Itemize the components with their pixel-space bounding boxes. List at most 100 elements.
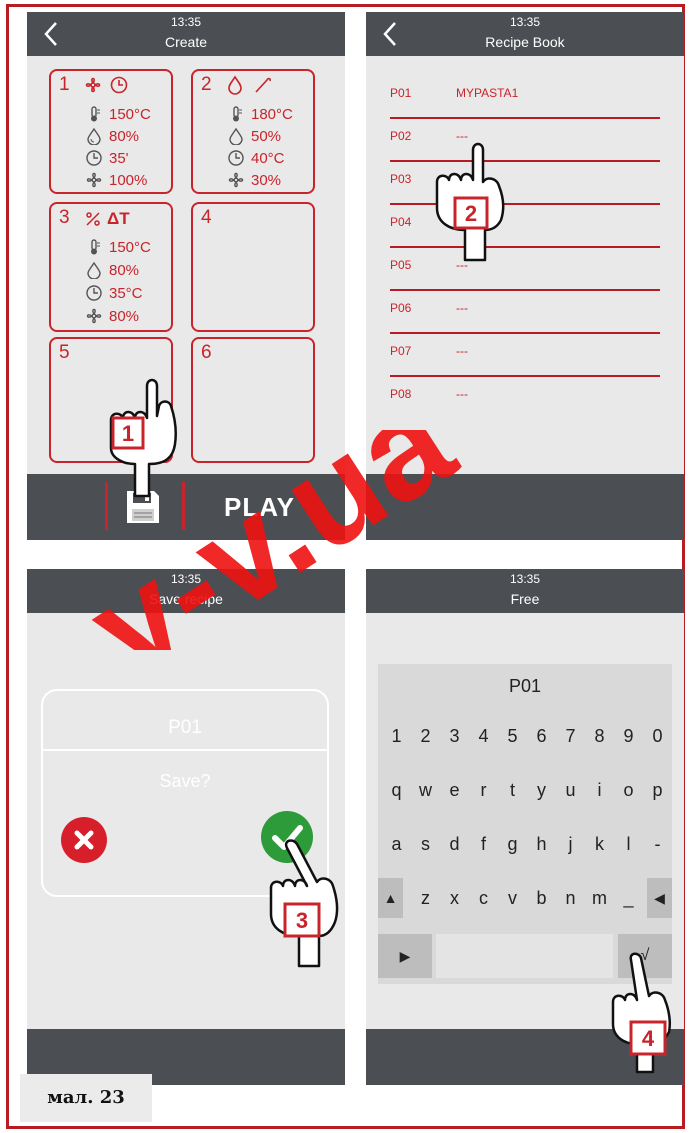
key[interactable]: 0 bbox=[643, 716, 672, 756]
screen-title: Save recipe bbox=[149, 591, 223, 607]
program-slot-4[interactable]: 4 bbox=[191, 202, 315, 332]
key[interactable]: u bbox=[556, 770, 585, 810]
recipe-code: P02 bbox=[390, 129, 412, 143]
temperature-value: 150°C bbox=[109, 105, 151, 123]
key[interactable]: f bbox=[469, 824, 498, 864]
step-badge: 1 bbox=[122, 421, 134, 446]
slot-number: 3 bbox=[59, 207, 70, 228]
program-slot-6[interactable]: 6 bbox=[191, 337, 315, 463]
combi-steam-icon bbox=[86, 212, 100, 226]
key[interactable]: 9 bbox=[614, 716, 643, 756]
clock-icon bbox=[86, 150, 102, 166]
cancel-button[interactable] bbox=[61, 817, 107, 863]
play-button[interactable]: PLAY bbox=[224, 492, 295, 523]
clock: 13:35 bbox=[170, 572, 202, 586]
key[interactable]: r bbox=[469, 770, 498, 810]
name-input[interactable]: P01 bbox=[378, 664, 672, 708]
slot-mode-icons bbox=[83, 75, 129, 97]
recipe-row[interactable]: P01 MYPASTA1 bbox=[390, 76, 660, 119]
key[interactable]: 3 bbox=[440, 716, 469, 756]
humidity-value: 50% bbox=[251, 127, 282, 145]
slot-number: 1 bbox=[59, 74, 70, 95]
time-value: 35' bbox=[109, 149, 129, 167]
recipe-row[interactable]: P06 --- bbox=[390, 291, 660, 334]
key[interactable]: - bbox=[643, 824, 672, 864]
key[interactable]: 7 bbox=[556, 716, 585, 756]
backspace-key[interactable]: ◀ bbox=[647, 878, 672, 918]
key[interactable]: _ bbox=[614, 878, 643, 918]
fan-icon bbox=[228, 172, 244, 188]
key[interactable]: g bbox=[498, 824, 527, 864]
row-time: 35' bbox=[85, 147, 129, 169]
program-slot-1[interactable]: 1 150°C 80% 35' 100% bbox=[49, 69, 173, 194]
fan-icon bbox=[86, 308, 102, 324]
key[interactable]: e bbox=[440, 770, 469, 810]
delta-t-label: ΔT bbox=[107, 209, 130, 228]
key[interactable]: z bbox=[411, 878, 440, 918]
key[interactable]: a bbox=[382, 824, 411, 864]
recipe-name: MYPASTA1 bbox=[456, 86, 519, 100]
slot-mode-icons bbox=[225, 75, 273, 97]
recipe-row[interactable]: P07 --- bbox=[390, 334, 660, 377]
key[interactable]: p bbox=[643, 770, 672, 810]
clock: 13:35 bbox=[170, 15, 202, 29]
key[interactable]: n bbox=[556, 878, 585, 918]
humidity-icon bbox=[87, 127, 101, 145]
screen-title: Recipe Book bbox=[485, 34, 565, 50]
row-humidity: 50% bbox=[227, 125, 281, 147]
fan-icon bbox=[86, 172, 102, 188]
space-key[interactable] bbox=[436, 934, 613, 978]
divider bbox=[43, 749, 327, 751]
key[interactable]: j bbox=[556, 824, 585, 864]
key[interactable]: i bbox=[585, 770, 614, 810]
key[interactable]: w bbox=[411, 770, 440, 810]
key[interactable]: h bbox=[527, 824, 556, 864]
key[interactable]: m bbox=[585, 878, 614, 918]
key[interactable]: 8 bbox=[585, 716, 614, 756]
shift-key[interactable]: ▲ bbox=[378, 878, 403, 918]
key[interactable]: c bbox=[469, 878, 498, 918]
recipe-row[interactable]: P08 --- bbox=[390, 377, 658, 420]
bottom-toolbar bbox=[366, 474, 684, 540]
row-temperature: 180°C bbox=[227, 103, 293, 125]
row-core-temp: 40°C bbox=[227, 147, 285, 169]
humidity-icon bbox=[229, 127, 243, 145]
key[interactable]: 2 bbox=[411, 716, 440, 756]
recipe-name: --- bbox=[456, 344, 468, 358]
program-slot-3[interactable]: 3 ΔT 150°C 80% 35°C 80% bbox=[49, 202, 173, 332]
key[interactable]: 4 bbox=[469, 716, 498, 756]
bottom-toolbar: PLAY bbox=[27, 474, 345, 540]
clock-icon bbox=[228, 150, 244, 166]
key[interactable]: y bbox=[527, 770, 556, 810]
key[interactable]: x bbox=[440, 878, 469, 918]
thermometer-icon bbox=[91, 239, 100, 255]
key[interactable]: 5 bbox=[498, 716, 527, 756]
humidity-value: 80% bbox=[109, 261, 140, 279]
row-fan: 100% bbox=[85, 169, 147, 191]
key[interactable]: 6 bbox=[527, 716, 556, 756]
dialog-recipe-code: P01 bbox=[168, 717, 202, 738]
pointing-hand-icon: 3 bbox=[269, 839, 339, 968]
key[interactable]: t bbox=[498, 770, 527, 810]
screen-title: Free bbox=[510, 591, 540, 607]
slot-number: 4 bbox=[201, 207, 212, 228]
play-key[interactable]: ▶ bbox=[378, 934, 432, 978]
key[interactable]: k bbox=[585, 824, 614, 864]
key[interactable]: o bbox=[614, 770, 643, 810]
key[interactable]: b bbox=[527, 878, 556, 918]
program-slot-2[interactable]: 2 180°C 50% 40°C 30% bbox=[191, 69, 315, 194]
key[interactable]: d bbox=[440, 824, 469, 864]
topbar: 13:35 Save recipe bbox=[27, 569, 345, 613]
key[interactable]: q bbox=[382, 770, 411, 810]
fan-value: 30% bbox=[251, 171, 282, 189]
recipe-name: --- bbox=[456, 301, 468, 315]
clock-icon bbox=[86, 285, 102, 301]
slot-number: 5 bbox=[59, 342, 70, 363]
key[interactable]: 1 bbox=[382, 716, 411, 756]
key[interactable]: l bbox=[614, 824, 643, 864]
topbar: 13:35 Recipe Book bbox=[366, 12, 684, 56]
recipe-code: P08 bbox=[390, 387, 412, 401]
clock: 13:35 bbox=[509, 15, 541, 29]
key[interactable]: v bbox=[498, 878, 527, 918]
key[interactable]: s bbox=[411, 824, 440, 864]
